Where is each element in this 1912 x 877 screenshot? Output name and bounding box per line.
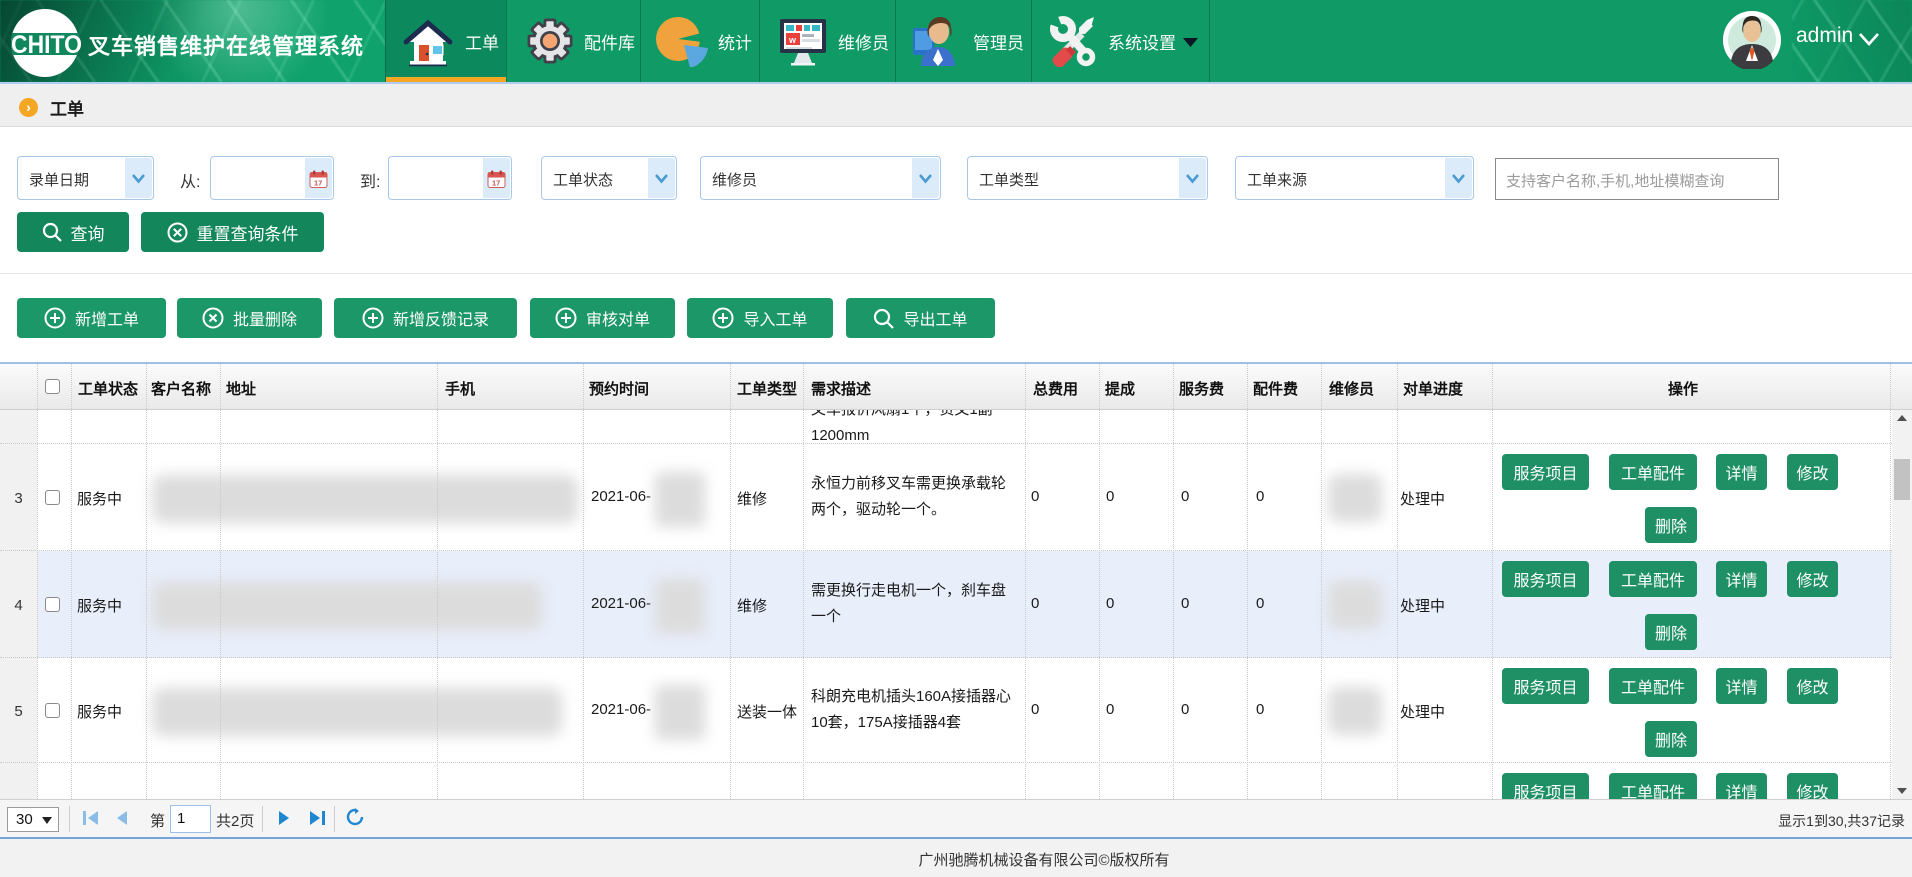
svg-text:w: w [788, 35, 797, 45]
svg-text:CHITO: CHITO [11, 31, 82, 59]
svg-text:17: 17 [314, 179, 322, 188]
svg-text:17: 17 [492, 179, 500, 188]
